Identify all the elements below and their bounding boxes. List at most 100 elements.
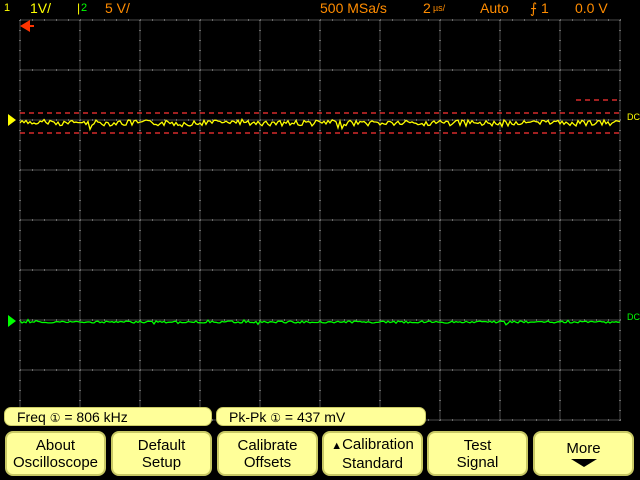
grid-tick [548, 69, 549, 71]
grid-tick [19, 50, 21, 51]
grid-tick [619, 260, 621, 261]
grid-tick [236, 269, 237, 271]
grid-tick [308, 369, 309, 371]
grid-tick [319, 70, 321, 71]
grid-tick [536, 219, 537, 221]
grid-tick [379, 330, 381, 331]
grid-tick [584, 319, 585, 321]
grid-tick [139, 40, 141, 41]
about-oscilloscope-button[interactable]: About Oscilloscope [5, 431, 106, 476]
grid-tick [19, 390, 21, 391]
grid-tick [392, 119, 393, 121]
grid-tick [259, 290, 261, 291]
softkey-label: Test [463, 436, 492, 454]
test-signal-button[interactable]: Test Signal [427, 431, 528, 476]
grid-tick [439, 170, 441, 171]
grid-tick [319, 270, 321, 271]
grid-tick [19, 290, 21, 291]
grid-tick [68, 219, 69, 221]
grid-tick [488, 69, 489, 71]
grid-tick [199, 140, 201, 141]
calibrate-offsets-button[interactable]: Calibrate Offsets [217, 431, 318, 476]
grid-tick [224, 219, 225, 221]
grid-tick [596, 319, 597, 321]
grid-tick [259, 70, 261, 71]
grid-tick [488, 119, 489, 121]
grid-tick [199, 160, 201, 161]
grid-tick [332, 69, 333, 71]
grid-tick [116, 219, 117, 221]
grid-tick [259, 300, 261, 301]
grid-tick [499, 130, 501, 131]
grid-tick [139, 60, 141, 61]
grid-tick [559, 400, 561, 401]
grid-tick [512, 69, 513, 71]
grid-tick [259, 340, 261, 341]
grid-tick [32, 319, 33, 321]
grid-tick [584, 69, 585, 71]
grid-tick [79, 100, 81, 101]
measurement-pkpk[interactable]: Pk-Pk ① = 437 mV [216, 407, 426, 426]
grid-tick [319, 350, 321, 351]
grid-tick [199, 320, 201, 321]
channel2-ground-marker[interactable]: 2 [2, 315, 16, 327]
grid-tick [139, 140, 141, 141]
grid-tick [79, 360, 81, 361]
grid-tick [92, 119, 93, 121]
grid-tick [559, 180, 561, 181]
grid-tick [416, 319, 417, 321]
grid-tick [439, 410, 441, 411]
grid-tick [284, 219, 285, 221]
grid-tick [572, 169, 573, 171]
grid-tick [499, 90, 501, 91]
waveform-display: 1 2 DC DC [2, 19, 640, 421]
grid-tick [199, 340, 201, 341]
grid-tick [488, 219, 489, 221]
default-setup-button[interactable]: Default Setup [111, 431, 212, 476]
grid-tick [259, 60, 261, 61]
grid-tick [79, 60, 81, 61]
grid-tick [356, 369, 357, 371]
grid-tick [439, 60, 441, 61]
grid-tick [308, 319, 309, 321]
grid-tick [19, 350, 21, 351]
grid-tick [19, 120, 21, 121]
grid-tick [259, 130, 261, 131]
grid-tick [259, 210, 261, 211]
grid-tick [79, 260, 81, 261]
channel1-ground-marker[interactable]: 1 [2, 114, 16, 126]
grid-tick [379, 170, 381, 171]
grid-tick [259, 310, 261, 311]
grid-tick [79, 200, 81, 201]
grid-tick [79, 210, 81, 211]
grid-tick [79, 50, 81, 51]
grid-tick [416, 219, 417, 221]
grid-tick [92, 369, 93, 371]
grid-tick [176, 19, 177, 21]
grid-tick [439, 330, 441, 331]
grid-tick [439, 310, 441, 311]
grid-tick [319, 100, 321, 101]
grid-tick [439, 390, 441, 391]
grid-tick [19, 100, 21, 101]
grid-tick [68, 19, 69, 21]
grid-tick [272, 69, 273, 71]
grid-tick [128, 219, 129, 221]
grid-tick [619, 70, 621, 71]
grid-tick [139, 30, 141, 31]
measurement-freq[interactable]: Freq ① = 806 kHz [4, 407, 212, 426]
grid-tick [259, 170, 261, 171]
grid-tick [416, 169, 417, 171]
grid-tick [68, 119, 69, 121]
grid-tick [596, 169, 597, 171]
grid-tick [296, 169, 297, 171]
grid-tick [139, 220, 141, 221]
grid-tick [499, 380, 501, 381]
calibration-standard-button[interactable]: ▲Calibration Standard [322, 431, 423, 476]
grid-tick [79, 110, 81, 111]
more-button[interactable]: More [533, 431, 634, 476]
grid-tick [379, 300, 381, 301]
grid-tick [259, 200, 261, 201]
grid-tick [19, 70, 21, 71]
grid-tick [379, 270, 381, 271]
